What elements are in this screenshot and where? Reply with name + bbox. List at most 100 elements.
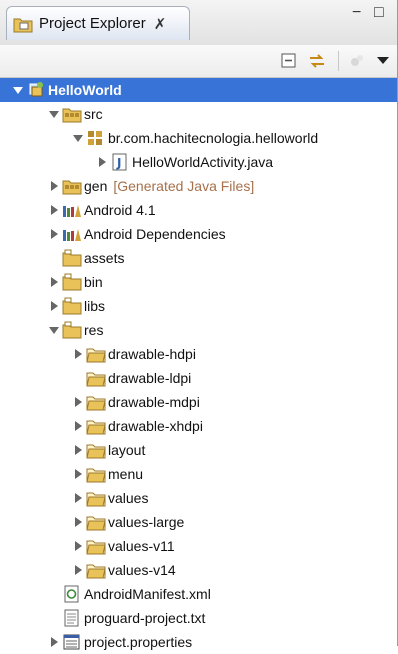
tree-item-label: menu (108, 466, 144, 482)
tree-item-helloworld[interactable]: HelloWorld (0, 78, 398, 102)
expand-arrow[interactable] (72, 132, 84, 144)
expand-arrow[interactable] (48, 636, 60, 648)
view-title: Project Explorer (39, 15, 146, 32)
maximize-icon[interactable]: □ (374, 4, 384, 22)
tree-item-label: values-large (108, 514, 185, 530)
folder-icon (86, 468, 106, 483)
folder-icon (86, 396, 106, 411)
tree-item-res-folder[interactable]: values-v14 (0, 558, 398, 582)
expand-arrow[interactable] (72, 516, 84, 528)
tree-item-label: proguard-project.txt (84, 610, 206, 626)
tree-item-android-dependencies[interactable]: Android Dependencies (0, 222, 398, 246)
collapse-all-icon (281, 53, 296, 68)
expand-arrow[interactable] (72, 444, 84, 456)
view-menu-button[interactable] (346, 50, 368, 72)
properties-file-icon (63, 634, 80, 650)
tree-item-label: assets (84, 250, 125, 266)
folder-icon (62, 297, 82, 315)
library-icon (63, 229, 81, 241)
tree-item-label: drawable-xhdpi (108, 418, 203, 434)
expand-arrow[interactable] (48, 228, 60, 240)
tree-item-label: project.properties (84, 634, 193, 650)
tree-item-project-properties[interactable]: project.properties (0, 630, 398, 654)
tree-item-res[interactable]: res (0, 318, 398, 342)
source-folder-icon (62, 108, 82, 123)
tree-item-res-folder[interactable]: menu (0, 462, 398, 486)
expand-arrow[interactable] (72, 348, 84, 360)
folder-icon (86, 348, 106, 363)
folder-icon (86, 540, 106, 555)
tree-item-res-folder[interactable]: values (0, 486, 398, 510)
folder-icon (86, 444, 106, 459)
tree-item-res-folder[interactable]: drawable-xhdpi (0, 414, 398, 438)
xml-file-icon (64, 585, 79, 603)
tree-item-res-folder[interactable]: layout (0, 438, 398, 462)
link-with-editor-button[interactable] (306, 50, 328, 72)
folder-icon (62, 273, 82, 291)
link-with-editor-icon (310, 54, 324, 68)
tree-item-decoration: [Generated Java Files] (113, 178, 255, 194)
tree-item-label: libs (84, 298, 106, 314)
tree-item-res-folder[interactable]: drawable-ldpi (0, 366, 398, 390)
tree-item-libs[interactable]: libs (0, 294, 398, 318)
tree-item-label: values (108, 490, 149, 506)
tree-item-res-folder[interactable]: drawable-mdpi (0, 390, 398, 414)
tree-item-android-manifest[interactable]: AndroidManifest.xml (0, 582, 398, 606)
expand-arrow[interactable] (48, 276, 60, 288)
project-tree: HelloWorld src br.com.hachitecnologia.he… (0, 78, 398, 650)
expand-arrow[interactable] (96, 156, 108, 168)
tree-item-src[interactable]: src (0, 102, 398, 126)
tree-item-label: values-v14 (108, 562, 176, 578)
tree-item-res-folder[interactable]: values-v11 (0, 534, 398, 558)
expand-arrow[interactable] (72, 396, 84, 408)
close-icon[interactable]: ✗ (154, 15, 167, 33)
tree-item-label: values-v11 (108, 538, 175, 554)
dropdown-button[interactable] (372, 50, 394, 72)
java-file-icon: J (112, 153, 127, 171)
folder-icon (86, 492, 106, 507)
tree-item-label: res (84, 322, 104, 338)
folder-icon (62, 249, 82, 267)
tree-item-res-folder[interactable]: drawable-hdpi (0, 342, 398, 366)
expand-arrow[interactable] (48, 108, 60, 120)
tree-item-label: drawable-hdpi (108, 346, 196, 362)
collapse-all-button[interactable] (278, 50, 300, 72)
folder-icon (86, 516, 106, 531)
folder-icon (86, 420, 106, 435)
toolbar-separator (338, 51, 339, 71)
tree-item-res-folder[interactable]: values-large (0, 510, 398, 534)
source-folder-icon (62, 180, 82, 195)
expand-arrow[interactable] (12, 84, 24, 96)
minimize-icon[interactable]: − (352, 4, 361, 22)
view-tab-bar: Project Explorer ✗ − □ (0, 0, 398, 46)
expand-arrow[interactable] (48, 180, 60, 192)
expand-arrow[interactable] (72, 420, 84, 432)
view-toolbar (0, 45, 398, 78)
expand-arrow[interactable] (48, 204, 60, 216)
expand-arrow[interactable] (72, 492, 84, 504)
tree-item-gen[interactable]: gen [Generated Java Files] (0, 174, 398, 198)
tree-item-label: bin (84, 274, 103, 290)
tree-item-label: drawable-mdpi (108, 394, 200, 410)
tree-item-proguard[interactable]: proguard-project.txt (0, 606, 398, 630)
tree-item-assets[interactable]: assets (0, 246, 398, 270)
tree-item-label: Android 4.1 (84, 202, 156, 218)
tree-item-label: gen (84, 178, 108, 194)
view-menu-icon (351, 55, 363, 66)
expand-arrow[interactable] (48, 300, 60, 312)
expand-arrow[interactable] (72, 540, 84, 552)
tab-project-explorer[interactable]: Project Explorer ✗ (6, 6, 190, 40)
library-icon (63, 205, 81, 217)
folder-icon (86, 372, 106, 387)
tree-item-bin[interactable]: bin (0, 270, 398, 294)
tree-item-package[interactable]: br.com.hachitecnologia.helloworld (0, 126, 398, 150)
chevron-down-icon (377, 57, 389, 64)
tree-item-android-4-1[interactable]: Android 4.1 (0, 198, 398, 222)
tree-item-activity[interactable]: J HelloWorldActivity.java (0, 150, 398, 174)
expand-arrow[interactable] (72, 564, 84, 576)
tree-item-label: Android Dependencies (84, 226, 226, 242)
tree-item-label: HelloWorldActivity.java (132, 154, 274, 170)
expand-arrow[interactable] (72, 468, 84, 480)
expand-arrow[interactable] (48, 324, 60, 336)
tree-item-label: br.com.hachitecnologia.helloworld (108, 130, 319, 146)
